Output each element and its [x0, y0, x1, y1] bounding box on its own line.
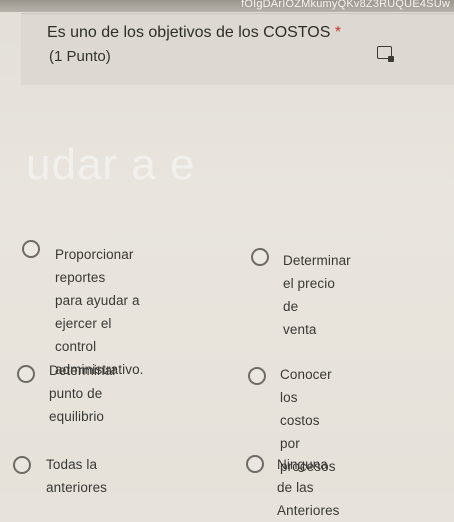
- background-watermark: udar a e: [26, 140, 196, 189]
- option-label: Todas la anteriores: [46, 457, 108, 495]
- browser-address-bar[interactable]: fOIgDArIOZMkumyQKv8Z3RUQUE4SUw: [0, 0, 454, 12]
- radio-button[interactable]: [13, 456, 31, 474]
- url-text: fOIgDArIOZMkumyQKv8Z3RUQUE4SUw: [241, 0, 450, 10]
- radio-button[interactable]: [17, 365, 35, 383]
- radio-button[interactable]: [251, 248, 269, 266]
- required-marker: *: [334, 24, 342, 41]
- option-label: Ninguna de las Anteriores: [277, 457, 340, 518]
- question-points: (1 Punto): [49, 48, 111, 65]
- option-label: Determinar punto de equilibrio: [49, 363, 117, 424]
- question-title: Es uno de los objetivos de los COSTOS *: [47, 24, 341, 42]
- radio-button[interactable]: [246, 455, 264, 473]
- radio-button[interactable]: [248, 367, 266, 385]
- radio-button[interactable]: [22, 240, 40, 258]
- form-page: fOIgDArIOZMkumyQKv8Z3RUQUE4SUw Es uno de…: [0, 0, 454, 518]
- question-text: Es uno de los objetivos de los COSTOS: [47, 24, 331, 41]
- option-label: Determinar el precio de venta: [283, 253, 351, 337]
- immersive-reader-icon[interactable]: [377, 46, 394, 62]
